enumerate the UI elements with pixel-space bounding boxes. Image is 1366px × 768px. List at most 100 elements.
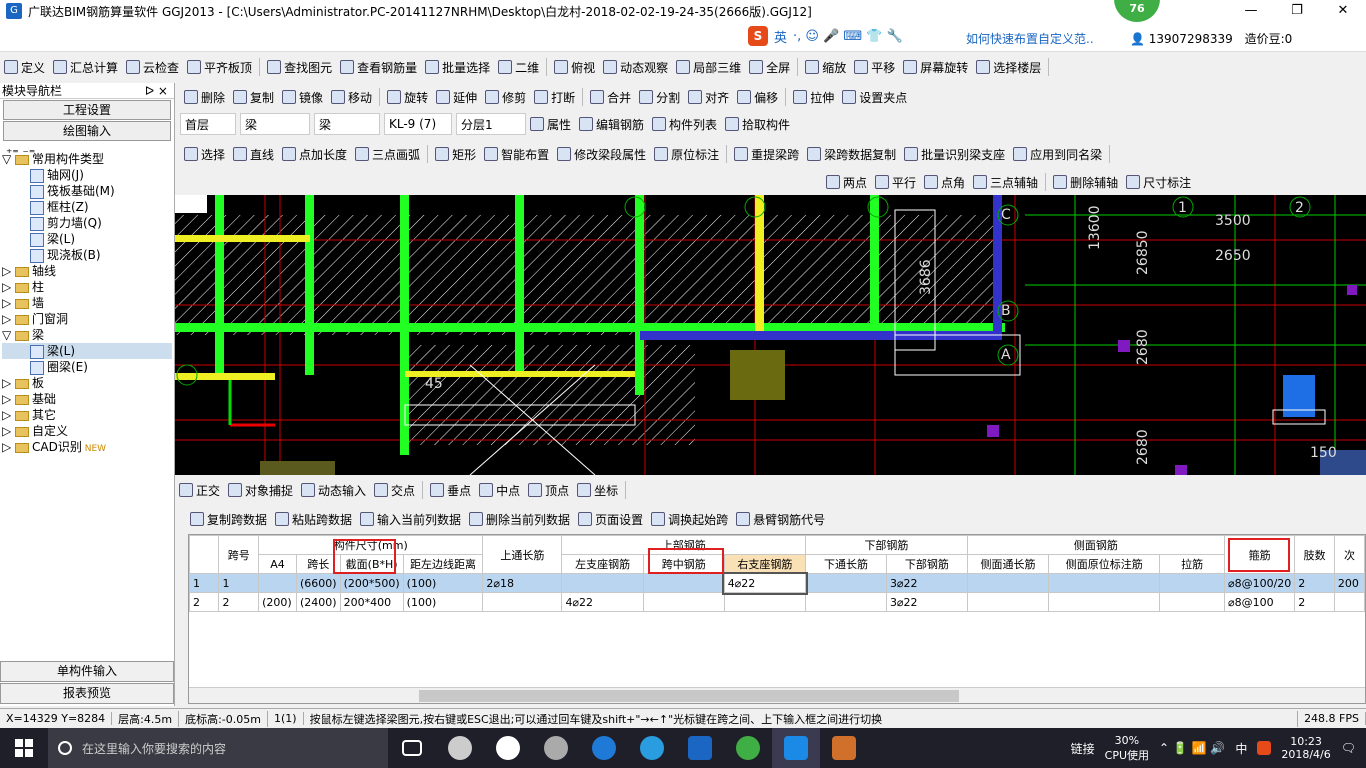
draw-1-button[interactable]: 直线 (229, 143, 278, 165)
close-button[interactable]: ✕ (1320, 0, 1366, 22)
category-select[interactable]: 梁 (240, 113, 310, 135)
aux-2-button[interactable]: 点角 (920, 171, 969, 193)
comp-1-button[interactable]: 编辑钢筋 (575, 113, 648, 135)
phone[interactable]: 13907298339 (1149, 32, 1233, 46)
tree-item[interactable]: ▷ 墙 (2, 295, 172, 311)
main-8-button[interactable]: 俯视 (550, 56, 599, 78)
ie2-icon[interactable] (628, 728, 676, 768)
grid-2-button[interactable]: 输入当前列数据 (356, 508, 465, 530)
tree-item[interactable]: 筏板基础(M) (2, 183, 172, 199)
tray-icons[interactable]: ⌃ 🔋 📶 🔊 (1159, 741, 1225, 755)
notification-icon[interactable]: 🗨 (1341, 741, 1356, 755)
expand-icon[interactable]: ▷ (2, 408, 15, 422)
table-cell[interactable]: 1 (218, 573, 260, 593)
main-7-button[interactable]: 二维 (494, 56, 543, 78)
table-cell[interactable] (966, 573, 1050, 593)
tree-item[interactable]: 现浇板(B) (2, 247, 172, 263)
cad-drawing[interactable]: C B A 1 2 45 150 3500 2650 13600 3686 26… (175, 195, 1366, 475)
edit-3-button[interactable]: 移动 (327, 86, 376, 108)
tree-item[interactable]: ▷ 基础 (2, 391, 172, 407)
aux-3-button[interactable]: 三点辅轴 (969, 171, 1042, 193)
main-3-button[interactable]: 平齐板顶 (183, 56, 256, 78)
snap-4-button[interactable]: 垂点 (426, 479, 475, 501)
tree-item[interactable]: ▽ 常用构件类型 (2, 151, 172, 167)
expand-icon[interactable]: ▷ (2, 280, 15, 294)
table-row[interactable]: 1 1 (6600) (200*500) (100) 2⌀18 4⌀22 3⌀22 ⌀8@100… (189, 571, 1365, 595)
edit-0-button[interactable]: 删除 (180, 86, 229, 108)
aux-4-button[interactable]: 删除辅轴 (1049, 171, 1122, 193)
main-13-button[interactable]: 平移 (850, 56, 899, 78)
main-10-button[interactable]: 局部三维 (672, 56, 745, 78)
table-cell[interactable]: 3⌀22 (885, 592, 968, 612)
expand-icon[interactable]: ▷ (2, 296, 15, 310)
ime-indicator[interactable]: 中 (1235, 740, 1247, 757)
table-cell[interactable]: (100) (402, 592, 484, 612)
edit-10-button[interactable]: 对齐 (684, 86, 733, 108)
table-cell[interactable] (966, 592, 1050, 612)
snap-7-button[interactable]: 坐标 (573, 479, 622, 501)
tree-item[interactable]: 轴网(J) (2, 167, 172, 183)
drawing-canvas[interactable]: C B A 1 2 45 150 3500 2650 13600 3686 26… (175, 195, 1366, 475)
price-dou[interactable]: 造价豆:0 (1245, 32, 1293, 46)
expand-icon[interactable]: ▷ (2, 376, 15, 390)
table-cell[interactable] (805, 573, 887, 593)
tree-item[interactable]: 框柱(Z) (2, 199, 172, 215)
table-cell[interactable] (642, 573, 725, 593)
table-cell[interactable] (1048, 592, 1161, 612)
draw-11-button[interactable]: 应用到同名梁 (1009, 143, 1106, 165)
minimize-button[interactable]: — (1228, 0, 1274, 22)
tree-item[interactable]: ▽ 梁 (2, 327, 172, 343)
edit-6-button[interactable]: 修剪 (481, 86, 530, 108)
expand-icon[interactable]: ▷ (2, 424, 15, 438)
draw-6-button[interactable]: 修改梁段属性 (553, 143, 650, 165)
sogou-icon[interactable]: S (748, 26, 768, 46)
grid-1-button[interactable]: 粘贴跨数据 (271, 508, 356, 530)
table-cell[interactable] (1159, 573, 1225, 593)
table-cell[interactable]: 4⌀22 (722, 571, 808, 595)
edge-icon[interactable] (580, 728, 628, 768)
main-5-button[interactable]: 查看钢筋量 (336, 56, 421, 78)
tree-item[interactable]: ▷ 轴线 (2, 263, 172, 279)
snap-0-button[interactable]: 正交 (175, 479, 224, 501)
table-cell[interactable]: 200*400 (339, 592, 404, 612)
layer-select[interactable]: 分层1 (456, 113, 526, 135)
table-row[interactable]: 2 2 (200) (2400) 200*400 (100) 4⌀22 3⌀22 ⌀8@100 2 (189, 592, 1365, 612)
app-icon-swirl[interactable] (532, 728, 580, 768)
edit-5-button[interactable]: 延伸 (432, 86, 481, 108)
draw-3-button[interactable]: 三点画弧 (351, 143, 424, 165)
ggj-icon[interactable] (772, 728, 820, 768)
draw-0-button[interactable]: 选择 (180, 143, 229, 165)
table-cell[interactable] (258, 573, 298, 593)
table-cell[interactable]: 2⌀18 (482, 573, 563, 593)
type-select[interactable]: 梁 (314, 113, 380, 135)
table-cell[interactable]: (2400) (296, 592, 341, 612)
main-15-button[interactable]: 选择楼层 (972, 56, 1045, 78)
windows-start-icon[interactable] (0, 728, 48, 768)
tree-item[interactable]: ▷ 自定义 (2, 423, 172, 439)
glodon-icon[interactable] (676, 728, 724, 768)
taskbar-search[interactable]: 在这里输入你要搜索的内容 (48, 728, 388, 768)
tree-item[interactable]: 剪力墙(Q) (2, 215, 172, 231)
floor-select[interactable]: 首层 (180, 113, 236, 135)
ie-icon[interactable] (484, 728, 532, 768)
name-select[interactable]: KL-9 (7) (384, 113, 452, 135)
table-cell[interactable] (723, 592, 807, 612)
pin-icon[interactable]: ᐅ × (145, 83, 168, 99)
green-app-icon[interactable] (724, 728, 772, 768)
edit-2-button[interactable]: 镜像 (278, 86, 327, 108)
grid-0-button[interactable]: 复制跨数据 (186, 508, 271, 530)
main-2-button[interactable]: 云检查 (122, 56, 183, 78)
edit-4-button[interactable]: 旋转 (383, 86, 432, 108)
expand-icon[interactable]: ▷ (2, 312, 15, 326)
table-cell[interactable] (482, 592, 563, 612)
table-cell[interactable]: 1 (189, 573, 220, 593)
tree-item[interactable]: 梁(L) (2, 343, 172, 359)
main-0-button[interactable]: 定义 (0, 56, 49, 78)
table-cell[interactable]: (200*500) (339, 573, 404, 593)
project-settings-button[interactable]: 工程设置 (3, 100, 171, 120)
ime-toolbar[interactable]: S 英 ·, ☺ 🎤 ⌨ 👕 🔧 (748, 26, 903, 46)
draw-5-button[interactable]: 智能布置 (480, 143, 553, 165)
maximize-button[interactable]: ❐ (1274, 0, 1320, 22)
grid-6-button[interactable]: 悬臂钢筋代号 (732, 508, 829, 530)
single-component-button[interactable]: 单构件输入 (0, 661, 174, 682)
